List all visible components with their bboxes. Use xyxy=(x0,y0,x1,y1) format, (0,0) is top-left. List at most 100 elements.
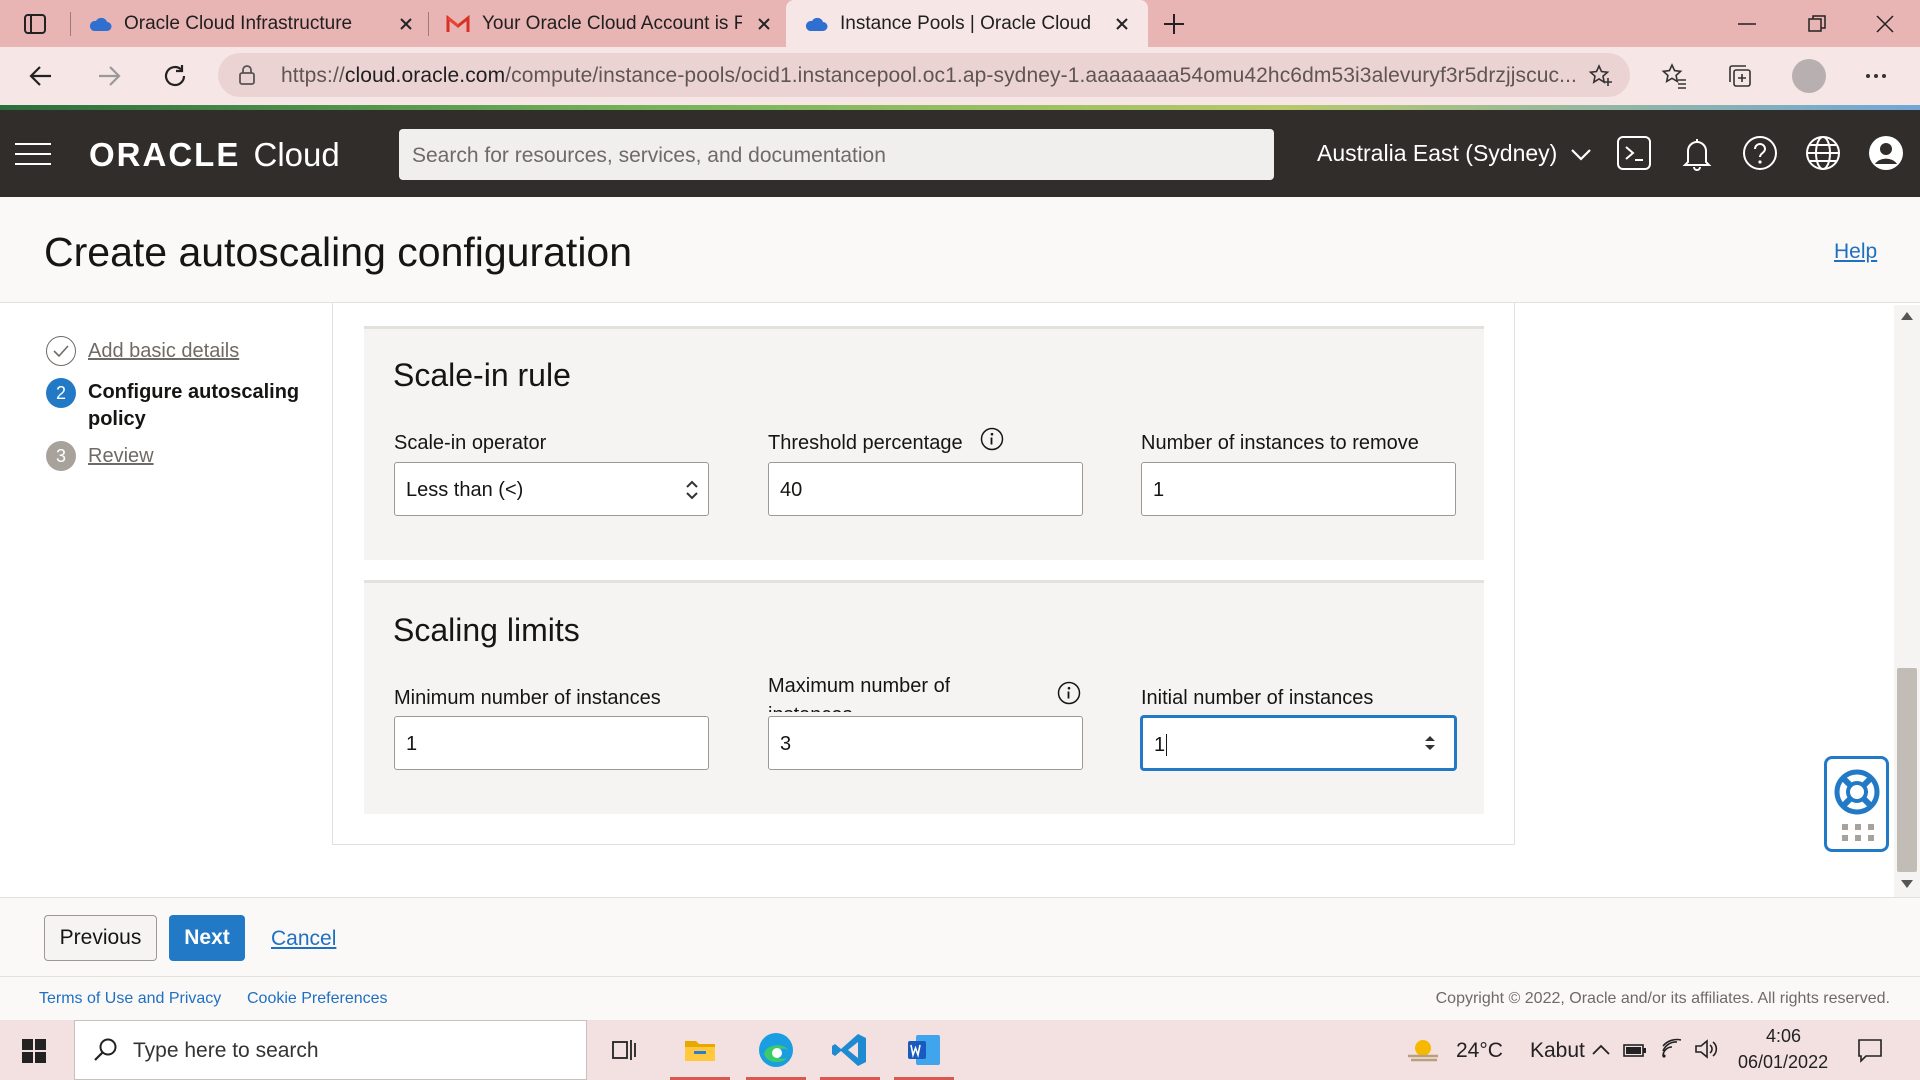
cancel-link[interactable]: Cancel xyxy=(271,927,336,951)
close-icon[interactable] xyxy=(1110,12,1134,36)
min-instances-label: Minimum number of instances xyxy=(394,687,661,709)
add-favorite-icon[interactable] xyxy=(1588,63,1614,89)
url-text: https://cloud.oracle.com/compute/instanc… xyxy=(281,64,1577,87)
edge-browser-icon[interactable] xyxy=(756,1030,796,1070)
copyright-text: Copyright © 2022, Oracle and/or its affi… xyxy=(1435,990,1890,1007)
weather-icon xyxy=(1406,1034,1442,1064)
browser-tab-instance-pools[interactable]: Instance Pools | Oracle Cloud Infrastruc… xyxy=(786,0,1148,47)
battery-icon[interactable] xyxy=(1622,1040,1648,1060)
window-close-icon[interactable] xyxy=(1872,12,1898,36)
refresh-icon[interactable] xyxy=(160,61,190,91)
chevron-down-icon xyxy=(1570,148,1592,162)
lifebuoy-icon xyxy=(1834,769,1880,815)
step-label: Configure autoscaling xyxy=(88,381,300,403)
threshold-percentage-label: Threshold percentage xyxy=(768,432,963,454)
user-profile-icon[interactable] xyxy=(1868,135,1904,171)
volume-icon[interactable] xyxy=(1694,1038,1720,1060)
hamburger-menu-icon[interactable] xyxy=(14,142,52,166)
info-icon[interactable] xyxy=(980,427,1004,451)
instances-to-remove-input[interactable]: 1 xyxy=(1141,462,1456,516)
url-field[interactable]: https://cloud.oracle.com/compute/instanc… xyxy=(218,53,1630,97)
browser-tab-oci-signin[interactable]: Oracle Cloud Infrastructure | Sign In xyxy=(82,0,422,47)
terms-link[interactable]: Terms of Use and Privacy xyxy=(39,990,221,1008)
wizard-action-bar: Previous Next Cancel xyxy=(0,897,1920,977)
help-link[interactable]: Help xyxy=(1834,240,1877,264)
address-toolbar: https://cloud.oracle.com/compute/instanc… xyxy=(0,47,1920,105)
wifi-icon[interactable] xyxy=(1660,1038,1684,1060)
close-icon[interactable] xyxy=(394,12,418,36)
scale-in-operator-select[interactable]: Less than (<) xyxy=(394,462,709,516)
page-header: Create autoscaling configuration Help xyxy=(0,197,1920,303)
more-icon[interactable] xyxy=(1862,62,1890,90)
notification-center-icon[interactable] xyxy=(1856,1036,1884,1064)
page-scrollbar[interactable] xyxy=(1894,305,1920,897)
cloud-shell-icon[interactable] xyxy=(1616,135,1652,171)
back-icon[interactable] xyxy=(26,61,56,91)
max-instances-input[interactable]: 3 xyxy=(768,716,1083,770)
section-heading: Scaling limits xyxy=(393,612,580,648)
min-instances-input[interactable]: 1 xyxy=(394,716,709,770)
tab-actions-icon[interactable] xyxy=(22,11,48,37)
cookie-preferences-link[interactable]: Cookie Preferences xyxy=(247,990,388,1008)
word-icon[interactable] xyxy=(904,1030,944,1070)
grid-dots-icon xyxy=(1841,823,1875,843)
profile-avatar[interactable] xyxy=(1792,59,1826,93)
clock-date[interactable]: 06/01/2022 xyxy=(1738,1052,1828,1073)
number-stepper-icon[interactable] xyxy=(1424,734,1436,752)
threshold-percentage-input[interactable]: 40 xyxy=(768,462,1083,516)
step-number: 3 xyxy=(46,441,76,471)
previous-button[interactable]: Previous xyxy=(44,915,157,961)
close-icon[interactable] xyxy=(752,12,776,36)
max-instances-label: Maximum number of instances xyxy=(768,675,951,712)
step-configure-autoscaling-policy: 2 Configure autoscaling policy xyxy=(46,378,299,433)
next-button[interactable]: Next xyxy=(169,915,245,961)
oracle-console-header: ORACLE Cloud Search for resources, servi… xyxy=(0,110,1920,197)
chevron-up-icon[interactable] xyxy=(1590,1040,1612,1060)
language-globe-icon[interactable] xyxy=(1805,135,1841,171)
weather-temperature[interactable]: 24°C xyxy=(1456,1039,1503,1063)
step-label: Add basic details xyxy=(88,340,240,362)
weather-description[interactable]: Kabut xyxy=(1530,1039,1585,1063)
help-circle-icon[interactable] xyxy=(1742,135,1778,171)
minimize-icon[interactable] xyxy=(1734,12,1760,36)
windows-start-icon[interactable] xyxy=(21,1038,47,1064)
support-widget[interactable] xyxy=(1824,756,1889,852)
initial-instances-label: Initial number of instances xyxy=(1141,687,1374,709)
cloud-icon xyxy=(88,16,112,32)
lock-icon[interactable] xyxy=(236,64,258,86)
favorites-icon[interactable] xyxy=(1660,62,1688,90)
step-review[interactable]: 3 Review xyxy=(46,441,154,471)
search-icon xyxy=(93,1037,119,1063)
vscode-icon[interactable] xyxy=(830,1030,870,1070)
file-explorer-icon[interactable] xyxy=(680,1030,720,1070)
legal-footer: Terms of Use and Privacy Cookie Preferen… xyxy=(0,977,1920,1020)
scroll-down-icon[interactable] xyxy=(1901,880,1913,888)
windows-taskbar: Type here to search 24°C Kabut 4:06 06/0… xyxy=(0,1020,1920,1080)
scroll-up-icon[interactable] xyxy=(1901,312,1913,320)
step-add-basic-details[interactable]: Add basic details xyxy=(46,336,239,366)
restore-icon[interactable] xyxy=(1804,12,1830,36)
tab-title: Instance Pools | Oracle Cloud Infrastruc… xyxy=(840,12,1098,34)
scrollbar-thumb[interactable] xyxy=(1897,668,1917,872)
gmail-icon xyxy=(446,14,470,33)
browser-tab-gmail[interactable]: Your Oracle Cloud Account is Fully Provi… xyxy=(440,0,780,47)
region-selector[interactable]: Australia East (Sydney) xyxy=(1317,140,1592,167)
step-number: 2 xyxy=(46,378,76,408)
new-tab-icon[interactable] xyxy=(1160,10,1188,38)
oracle-search-input[interactable]: Search for resources, services, and docu… xyxy=(399,129,1274,180)
instances-to-remove-label: Number of instances to remove xyxy=(1141,432,1419,454)
section-heading: Scale-in rule xyxy=(393,357,571,393)
task-view-icon[interactable] xyxy=(604,1030,644,1070)
oracle-cloud-logo[interactable]: ORACLE Cloud xyxy=(89,136,340,174)
initial-instances-input[interactable]: 1 xyxy=(1141,716,1456,770)
notifications-bell-icon[interactable] xyxy=(1680,135,1714,171)
info-icon[interactable] xyxy=(1057,681,1081,705)
clock-time[interactable]: 4:06 xyxy=(1766,1026,1801,1047)
select-arrows-icon xyxy=(684,478,700,502)
collections-icon[interactable] xyxy=(1726,62,1754,90)
cloud-icon xyxy=(804,16,828,32)
step-label: Review xyxy=(88,445,154,467)
page-title: Create autoscaling configuration xyxy=(44,229,633,275)
forward-icon[interactable] xyxy=(94,61,124,91)
taskbar-search-input[interactable]: Type here to search xyxy=(74,1020,587,1080)
